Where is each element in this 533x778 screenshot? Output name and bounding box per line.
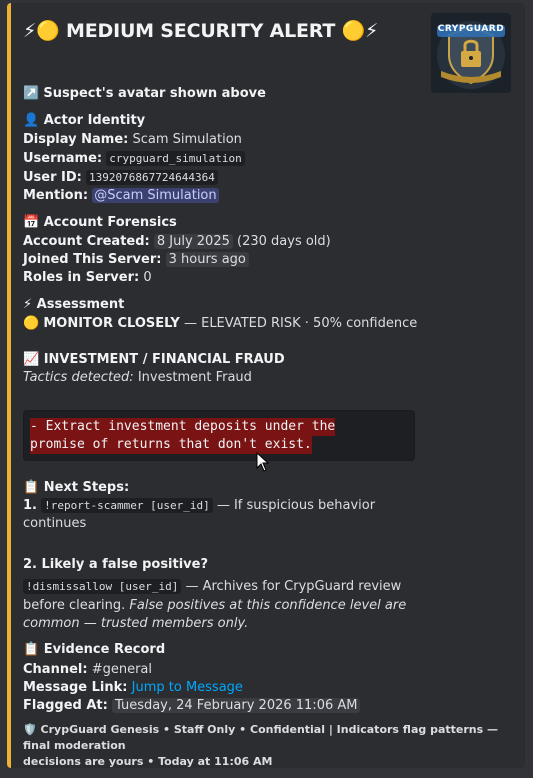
- step-2-header: 2. Likely a false positive?: [23, 557, 209, 572]
- calendar-icon: 📅: [23, 215, 40, 230]
- created-label: Account Created:: [23, 234, 150, 249]
- step-2-italic-cont: common — trusted members only.: [23, 616, 249, 631]
- tactics-value: Investment Fraud: [137, 370, 252, 385]
- title-prefix-emoji: ⚡🟡: [23, 20, 60, 42]
- flagged-value: Tuesday, 24 February 2026 11:06 AM: [111, 698, 361, 713]
- roles-row: Roles in Server: 0: [23, 269, 152, 287]
- mention-row: Mention: @Scam Simulation: [23, 187, 219, 205]
- joined-row: Joined This Server: 3 hours ago: [23, 251, 249, 269]
- user-mention[interactable]: @Scam Simulation: [92, 188, 219, 203]
- display-name-row: Display Name: Scam Simulation: [23, 131, 242, 149]
- message-link-row: Message Link: Jump to Message: [23, 679, 243, 697]
- joined-label: Joined This Server:: [23, 252, 162, 267]
- assessment-detail: — ELEVATED RISK · 50% confidence: [183, 316, 418, 331]
- evidence-header: 📋 Evidence Record: [23, 641, 165, 659]
- embed-footer: 🛡️ CrypGuard Genesis • Staff Only • Conf…: [23, 722, 513, 770]
- step-2-italic: False positives at this confidence level…: [129, 598, 407, 613]
- next-steps-header: 📋 Next Steps:: [23, 479, 129, 497]
- assessment-row: 🟡 MONITOR CLOSELY — ELEVATED RISK · 50% …: [23, 315, 417, 333]
- evidence-header-text: Evidence Record: [43, 642, 166, 657]
- roles-value: 0: [143, 270, 152, 285]
- alert-embed: ⚡🟡 MEDIUM SECURITY ALERT 🟡⚡ ↗️ Suspect's…: [7, 3, 525, 768]
- joined-value: 3 hours ago: [165, 252, 249, 267]
- code-line-1: - Extract investment deposits under the: [30, 418, 336, 436]
- username-label: Username:: [23, 151, 103, 166]
- assessment-level: MONITOR CLOSELY: [43, 316, 180, 331]
- roles-label: Roles in Server:: [23, 270, 140, 285]
- message-link-label: Message Link:: [23, 680, 128, 695]
- user-id-row: User ID: 1392076867724644364: [23, 169, 218, 187]
- assessment-header: ⚡ Assessment: [23, 296, 124, 314]
- report-command: !report-scammer [user_id]: [41, 498, 213, 513]
- display-name-value: Scam Simulation: [132, 132, 242, 147]
- step-2-row: !dismissallow [user_id] — Archives for C…: [23, 578, 401, 596]
- step-1-text-cont: continues: [23, 516, 87, 531]
- clipboard-icon: 📋: [23, 642, 40, 657]
- actor-header: 👤 Actor Identity: [23, 112, 145, 130]
- alert-title: ⚡🟡 MEDIUM SECURITY ALERT 🟡⚡: [23, 19, 378, 42]
- shield-icon: 🛡️: [23, 723, 37, 736]
- person-icon: 👤: [23, 113, 40, 128]
- assessment-header-text: Assessment: [36, 297, 125, 312]
- step-1-text: — If suspicious behavior: [216, 498, 376, 513]
- arrow-icon: ↗️: [23, 86, 40, 101]
- mention-label: Mention:: [23, 188, 89, 203]
- title-suffix-emoji: 🟡⚡: [341, 20, 379, 42]
- thumbnail-brand-text: CRYPGUARD: [437, 24, 505, 34]
- tactics-row: Tactics detected: Investment Fraud: [23, 369, 252, 387]
- username-value: crypguard_simulation: [106, 151, 245, 166]
- flagged-label: Flagged At:: [23, 698, 108, 713]
- step-1-number: 1.: [23, 498, 37, 513]
- next-steps-header-text: Next Steps:: [43, 480, 130, 495]
- footer-line-2: decisions are yours • Today at 11:06 AM: [23, 755, 273, 768]
- fraud-code-block: - Extract investment deposits under the …: [23, 410, 415, 461]
- user-id-label: User ID:: [23, 170, 82, 185]
- lightning-icon: ⚡: [23, 297, 33, 312]
- user-id-value: 1392076867724644364: [86, 170, 218, 185]
- created-age: (230 days old): [237, 234, 331, 249]
- jump-to-message-link[interactable]: Jump to Message: [132, 680, 243, 695]
- channel-label: Channel:: [23, 662, 88, 677]
- crypguard-thumbnail[interactable]: CRYPGUARD: [431, 13, 511, 93]
- channel-value: #general: [91, 662, 153, 677]
- tactics-label: Tactics detected:: [23, 370, 134, 385]
- fraud-header-text: INVESTMENT / FINANCIAL FRAUD: [43, 352, 285, 367]
- forensics-header-text: Account Forensics: [43, 215, 177, 230]
- avatar-note-text: Suspect's avatar shown above: [43, 86, 266, 101]
- display-name-label: Display Name:: [23, 132, 129, 147]
- flagged-row: Flagged At: Tuesday, 24 February 2026 11…: [23, 697, 361, 715]
- title-text: MEDIUM SECURITY ALERT: [66, 20, 336, 42]
- mouse-cursor-icon: [256, 452, 270, 472]
- actor-header-text: Actor Identity: [43, 113, 146, 128]
- step-2-text: — Archives for CrypGuard review: [185, 579, 402, 594]
- account-created-row: Account Created: 8 July 2025 (230 days o…: [23, 233, 331, 251]
- username-row: Username: crypguard_simulation: [23, 150, 245, 168]
- step-2-row-2: before clearing. False positives at this…: [23, 597, 406, 615]
- step-1-row: 1. !report-scammer [user_id] — If suspic…: [23, 497, 375, 515]
- footer-line-1: CrypGuard Genesis • Staff Only • Confide…: [23, 723, 498, 752]
- dismiss-command: !dismissallow [user_id]: [23, 579, 182, 594]
- step-2-text-cont: before clearing.: [23, 598, 126, 613]
- created-date: 8 July 2025: [153, 234, 233, 249]
- chart-up-icon: 📈: [23, 352, 40, 367]
- fraud-header: 📈 INVESTMENT / FINANCIAL FRAUD: [23, 351, 285, 369]
- avatar-note: ↗️ Suspect's avatar shown above: [23, 85, 266, 103]
- yellow-circle-icon: 🟡: [23, 316, 40, 331]
- channel-row: Channel: #general: [23, 661, 152, 679]
- forensics-header: 📅 Account Forensics: [23, 214, 177, 232]
- clipboard-icon: 📋: [23, 480, 40, 495]
